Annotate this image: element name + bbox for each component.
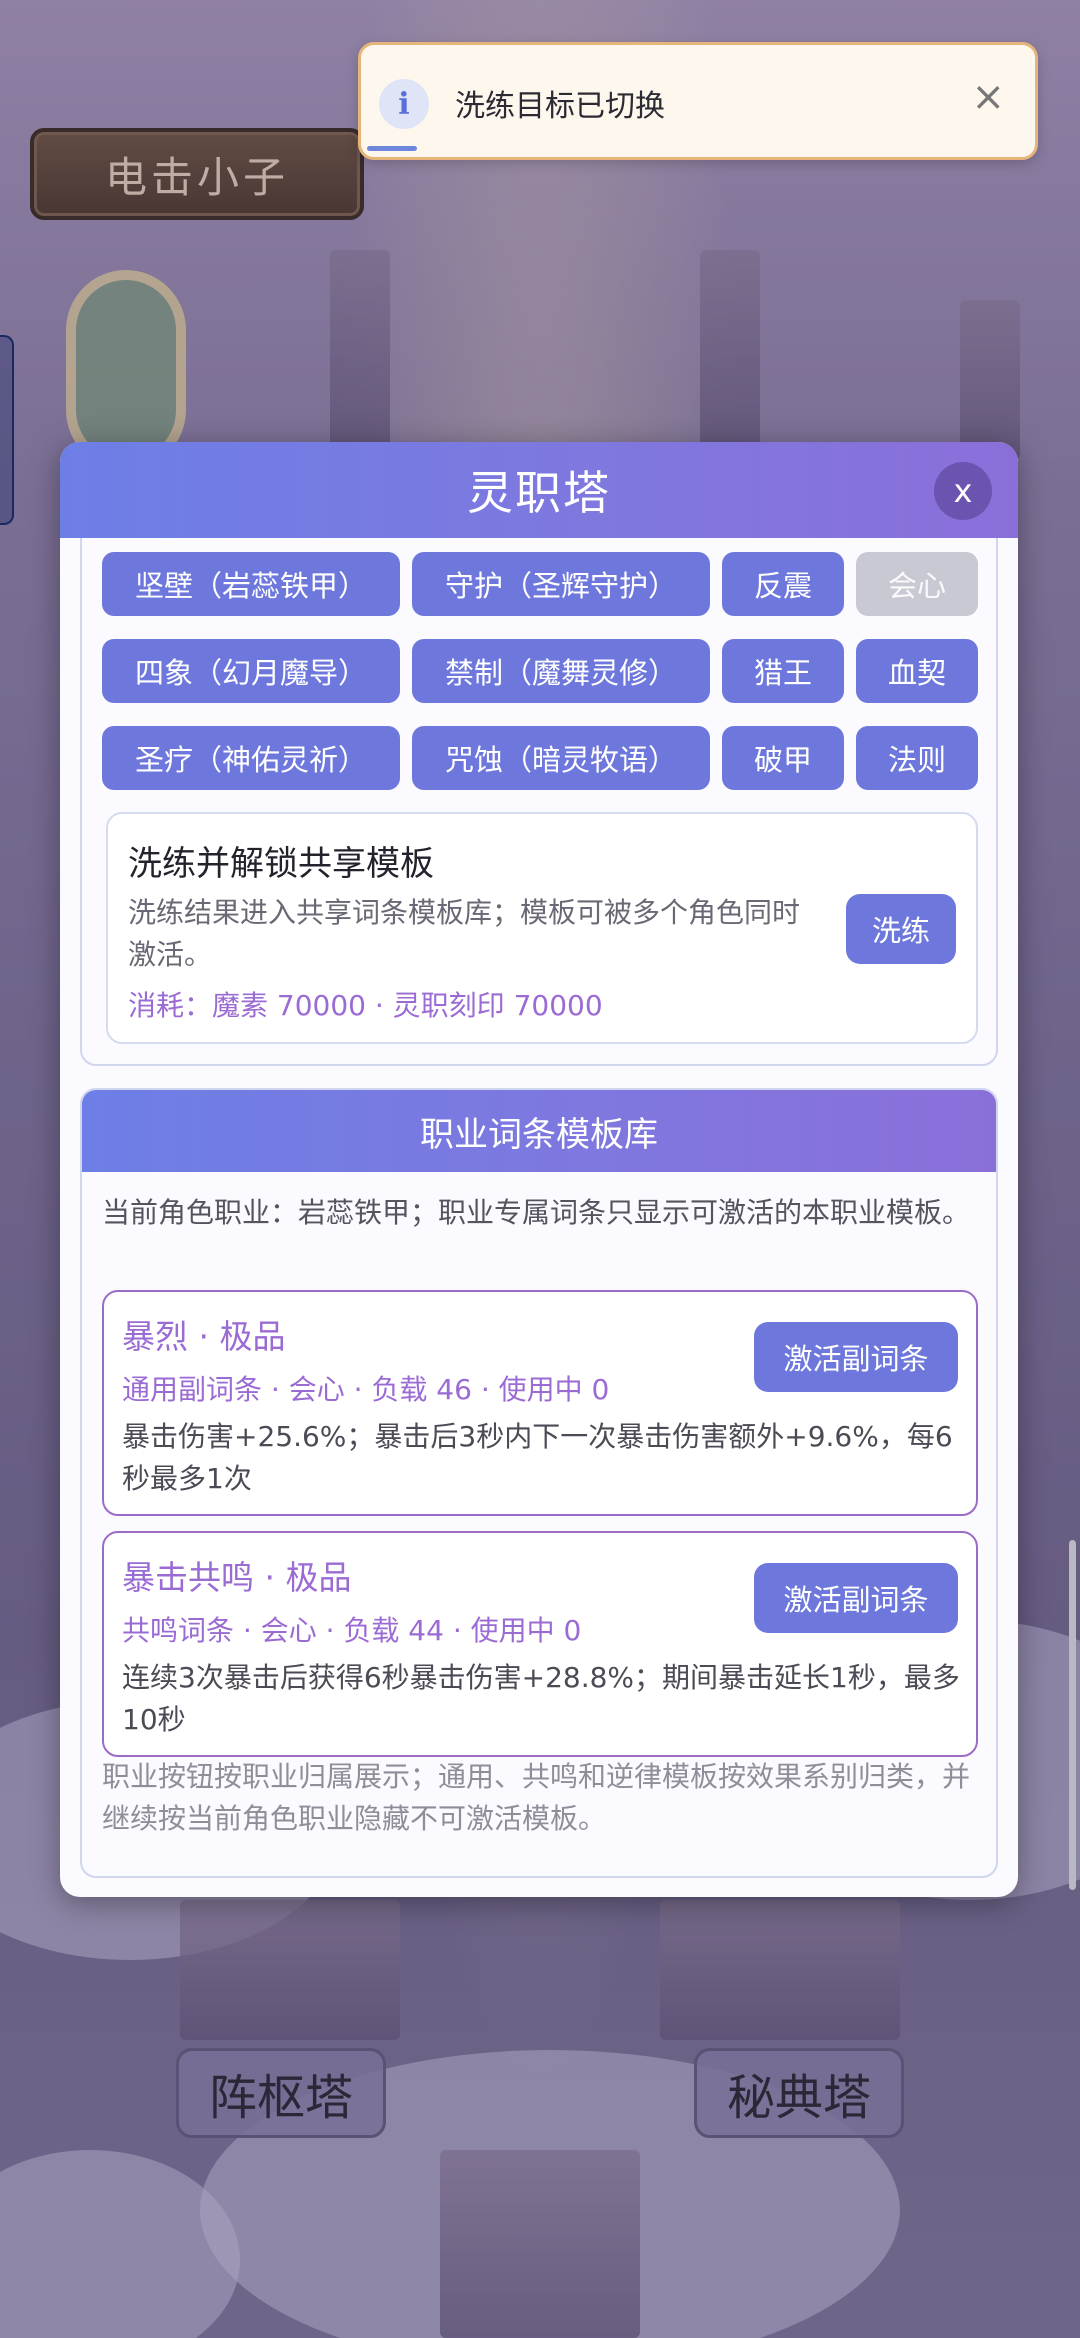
template-entry: 暴击共鸣 · 极品 共鸣词条 · 会心 · 负载 44 · 使用中 0 连续3次… xyxy=(102,1531,978,1757)
character-name: 电击小子 xyxy=(104,152,289,202)
activate-subaffix-button[interactable]: 激活副词条 xyxy=(754,1322,958,1392)
class-tag-curse[interactable]: 咒蚀（暗灵牧语） xyxy=(412,726,710,790)
class-tag-reflect[interactable]: 反震 xyxy=(722,552,844,616)
modal-scrollbar[interactable] xyxy=(1069,1540,1076,1890)
refine-card: 坚壁（岩蕊铁甲） 守护（圣辉守护） 反震 会心 四象（幻月魔导） 禁制（魔舞灵修… xyxy=(80,538,998,1066)
tower-sign-right[interactable]: 秘典塔 xyxy=(694,2048,904,2138)
tower-sign-right-label: 秘典塔 xyxy=(726,2070,871,2126)
side-drawer-handle[interactable] xyxy=(0,335,14,525)
toast-notification: i 洗练目标已切换 × xyxy=(358,42,1038,160)
template-meta: 通用副词条 · 会心 · 负载 46 · 使用中 0 xyxy=(122,1373,610,1406)
modal-header: 灵职塔 xyxy=(60,442,1018,538)
toast-close-icon[interactable]: × xyxy=(971,77,1005,117)
class-tag-four-symbols[interactable]: 四象（幻月魔导） xyxy=(102,639,400,703)
magic-mirror xyxy=(66,270,186,470)
template-meta: 共鸣词条 · 会心 · 负载 44 · 使用中 0 xyxy=(122,1614,582,1647)
library-header: 职业词条模板库 xyxy=(82,1090,996,1172)
activate-button-label: 激活副词条 xyxy=(783,1342,929,1376)
class-tag-restrain[interactable]: 禁制（魔舞灵修） xyxy=(412,639,710,703)
refine-button[interactable]: 洗练 xyxy=(846,894,956,964)
class-tag-label: 反震 xyxy=(753,569,812,603)
class-tag-holy-heal[interactable]: 圣疗（神佑灵祈） xyxy=(102,726,400,790)
activate-subaffix-button[interactable]: 激活副词条 xyxy=(754,1563,958,1633)
class-tag-armor-break[interactable]: 破甲 xyxy=(722,726,844,790)
library-footer-note: 职业按钮按职业归属展示；通用、共鸣和逆律模板按效果系别归类，并继续按当前角色职业… xyxy=(102,1760,971,1835)
refine-unlock-box: 洗练并解锁共享模板 洗练结果进入共享词条模板库；模板可被多个角色同时激活。 消耗… xyxy=(106,812,978,1044)
class-tag-critical[interactable]: 会心 xyxy=(856,552,978,616)
template-effect: 暴击伤害+25.6%；暴击后3秒内下一次暴击伤害额外+9.6%，每6秒最多1次 xyxy=(122,1420,953,1495)
template-entry: 暴烈 · 极品 通用副词条 · 会心 · 负载 46 · 使用中 0 暴击伤害+… xyxy=(102,1290,978,1516)
refine-cost: 消耗：魔素 70000 · 灵职刻印 70000 xyxy=(128,989,603,1022)
tower-sign-left[interactable]: 阵枢塔 xyxy=(176,2048,386,2138)
modal-title: 灵职塔 xyxy=(467,466,611,520)
class-tag-label: 坚壁（岩蕊铁甲） xyxy=(134,569,367,603)
class-tag-label: 圣疗（神佑灵祈） xyxy=(134,743,367,777)
activate-button-label: 激活副词条 xyxy=(783,1583,929,1617)
template-effect: 连续3次暴击后获得6秒暴击伤害+28.8%；期间暴击延长1秒，最多10秒 xyxy=(122,1661,960,1736)
character-nameplate: 电击小子 xyxy=(30,128,364,220)
class-tag-hunter[interactable]: 猎王 xyxy=(722,639,844,703)
class-tag-label: 四象（幻月魔导） xyxy=(134,656,367,690)
class-tag-label: 守护（圣辉守护） xyxy=(444,569,677,603)
toast-progress-bar xyxy=(367,146,417,151)
class-tag-label: 血契 xyxy=(887,656,946,690)
modal-close-button[interactable]: x xyxy=(934,462,992,520)
library-title: 职业词条模板库 xyxy=(420,1114,658,1155)
class-tag-label: 猎王 xyxy=(753,656,812,690)
info-icon: i xyxy=(379,79,429,129)
template-name: 暴击共鸣 · 极品 xyxy=(122,1558,352,1597)
library-intro: 当前角色职业：岩蕊铁甲；职业专属词条只显示可激活的本职业模板。 xyxy=(102,1196,971,1229)
refine-title: 洗练并解锁共享模板 xyxy=(128,844,434,884)
refine-button-label: 洗练 xyxy=(871,914,930,948)
class-tag-law[interactable]: 法则 xyxy=(856,726,978,790)
class-tag-label: 咒蚀（暗灵牧语） xyxy=(444,743,677,777)
class-tag-guardian[interactable]: 守护（圣辉守护） xyxy=(412,552,710,616)
class-tag-label: 禁制（魔舞灵修） xyxy=(444,656,677,690)
class-tag-label: 破甲 xyxy=(753,743,812,777)
toast-message: 洗练目标已切换 xyxy=(455,89,665,124)
class-tag-label: 会心 xyxy=(887,569,946,603)
class-tag-blood-pact[interactable]: 血契 xyxy=(856,639,978,703)
class-tag-bulwark[interactable]: 坚壁（岩蕊铁甲） xyxy=(102,552,400,616)
tower-sign-left-label: 阵枢塔 xyxy=(208,2070,353,2126)
tower-modal: 灵职塔 x 坚壁（岩蕊铁甲） 守护（圣辉守护） 反震 会心 四象（幻月魔导） 禁… xyxy=(60,442,1018,1897)
modal-scroll-area[interactable]: 坚壁（岩蕊铁甲） 守护（圣辉守护） 反震 会心 四象（幻月魔导） 禁制（魔舞灵修… xyxy=(60,538,1018,1897)
class-tag-label: 法则 xyxy=(887,743,946,777)
refine-description: 洗练结果进入共享词条模板库；模板可被多个角色同时激活。 xyxy=(128,896,801,971)
close-icon: x xyxy=(953,472,973,510)
template-name: 暴烈 · 极品 xyxy=(122,1317,286,1356)
template-library-card: 职业词条模板库 当前角色职业：岩蕊铁甲；职业专属词条只显示可激活的本职业模板。 … xyxy=(80,1088,998,1878)
